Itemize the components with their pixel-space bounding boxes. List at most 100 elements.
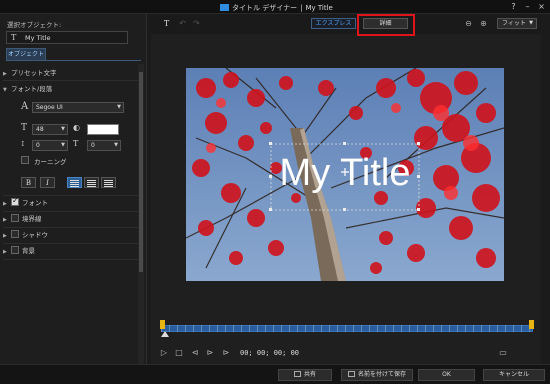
tab-underline bbox=[6, 60, 141, 61]
bold-button[interactable]: B bbox=[21, 177, 36, 188]
help-button[interactable]: ? bbox=[509, 2, 518, 11]
font-size-dropdown[interactable]: 48 ▼ bbox=[32, 124, 68, 135]
chevron-right-icon: ▶ bbox=[3, 217, 7, 223]
bottom-bar: 共有 名前を付けて保存 OK キャンセル bbox=[0, 364, 550, 384]
fast-forward-icon[interactable]: ⊳ bbox=[221, 348, 231, 358]
font-checkbox[interactable] bbox=[11, 196, 19, 206]
align-right-icon bbox=[104, 180, 113, 187]
timecode: 00; 00; 00; 00 bbox=[240, 349, 300, 357]
section-background[interactable]: ▶ 背景 bbox=[3, 245, 140, 257]
section-shadow-label: シャドウ bbox=[22, 231, 48, 239]
timeline-start-marker[interactable] bbox=[160, 320, 165, 329]
editor-toolbar: T ↶ ↷ エクスプレス 詳細 ⊖ ⊕ フィット ▼ bbox=[151, 14, 541, 36]
preview-canvas[interactable]: My Title bbox=[186, 68, 504, 281]
line-spacing-value: 0 bbox=[36, 142, 40, 149]
selected-object-label: 選択オブジェクト: bbox=[7, 21, 62, 29]
divider bbox=[3, 195, 140, 196]
section-border[interactable]: ▶ 境界線 bbox=[3, 213, 140, 225]
fullscreen-icon[interactable]: ▭ bbox=[498, 348, 508, 358]
insert-text-icon[interactable]: T bbox=[161, 18, 172, 29]
express-mode-button[interactable]: エクスプレス bbox=[311, 18, 356, 29]
chevron-down-icon: ▼ bbox=[3, 87, 7, 93]
divider bbox=[3, 259, 140, 260]
line-spacing-stepper[interactable]: 0 ▼ bbox=[32, 140, 68, 151]
document-title: My Title bbox=[305, 4, 333, 12]
prev-frame-icon[interactable]: ⊲ bbox=[190, 348, 200, 358]
playhead[interactable] bbox=[161, 331, 169, 337]
section-border-label: 境界線 bbox=[22, 215, 42, 223]
window-title: タイトル デザイナー | My Title bbox=[220, 3, 333, 13]
align-right-button[interactable] bbox=[101, 177, 116, 188]
stop-icon[interactable]: □ bbox=[174, 348, 184, 358]
undo-icon[interactable]: ↶ bbox=[177, 18, 188, 29]
scrollbar-thumb[interactable] bbox=[139, 72, 143, 272]
italic-button[interactable]: I bbox=[40, 177, 55, 188]
zoom-fit-dropdown[interactable]: フィット ▼ bbox=[497, 18, 537, 29]
section-font-label: フォント bbox=[22, 199, 48, 207]
font-color-swatch[interactable] bbox=[87, 124, 119, 135]
highlight-box bbox=[357, 14, 415, 36]
tab-object[interactable]: オブジェクト bbox=[6, 48, 46, 60]
redo-icon[interactable]: ↷ bbox=[191, 18, 202, 29]
char-spacing-icon: T bbox=[73, 139, 79, 148]
next-frame-icon[interactable]: ⊳ bbox=[205, 348, 215, 358]
minimize-button[interactable]: – bbox=[523, 2, 532, 11]
play-icon[interactable]: ▷ bbox=[159, 348, 169, 358]
align-left-button[interactable] bbox=[67, 177, 82, 188]
font-name-value: Segoe UI bbox=[36, 104, 63, 111]
share-button-label: 共有 bbox=[303, 371, 316, 378]
divider bbox=[3, 243, 140, 244]
chevron-right-icon: ▶ bbox=[3, 233, 7, 239]
char-spacing-stepper[interactable]: 0 ▼ bbox=[87, 140, 121, 151]
align-center-button[interactable] bbox=[84, 177, 99, 188]
align-center-icon bbox=[87, 180, 96, 187]
panel-scrollbar[interactable] bbox=[138, 64, 144, 364]
font-size-value: 48 bbox=[36, 126, 44, 133]
share-button[interactable]: 共有 bbox=[278, 369, 332, 381]
chevron-right-icon: ▶ bbox=[3, 249, 7, 255]
cancel-button[interactable]: キャンセル bbox=[483, 369, 545, 381]
save-as-button[interactable]: 名前を付けて保存 bbox=[341, 369, 413, 381]
playback-controls: ▷ □ ⊲ ⊳ ⊳ 00; 00; 00; 00 ▭ bbox=[151, 347, 541, 361]
background-checkbox[interactable] bbox=[11, 246, 19, 254]
char-spacing-value: 0 bbox=[91, 142, 95, 149]
align-left-icon bbox=[70, 180, 79, 187]
kerning-label: カーニング bbox=[34, 158, 67, 166]
title-separator: | bbox=[300, 4, 303, 12]
zoom-in-icon[interactable]: ⊕ bbox=[478, 18, 489, 29]
section-font-paragraph-label: フォント/段落 bbox=[11, 85, 53, 93]
font-face-icon: A bbox=[21, 101, 29, 112]
caret-down-icon: ▼ bbox=[61, 126, 65, 132]
app-title: タイトル デザイナー bbox=[232, 4, 298, 12]
share-icon bbox=[293, 371, 301, 377]
timeline-ticks bbox=[161, 325, 533, 332]
divider bbox=[3, 227, 140, 228]
section-font-paragraph[interactable]: ▼ フォント/段落 bbox=[3, 83, 140, 95]
save-as-button-label: 名前を付けて保存 bbox=[357, 371, 406, 378]
zoom-out-icon[interactable]: ⊖ bbox=[463, 18, 474, 29]
font-size-icon: T bbox=[21, 123, 28, 133]
timeline[interactable] bbox=[160, 319, 534, 339]
app-logo-icon bbox=[220, 4, 229, 11]
close-button[interactable]: × bbox=[537, 2, 546, 11]
editor-area: T ↶ ↷ エクスプレス 詳細 ⊖ ⊕ フィット ▼ My Title ▷ □ … bbox=[151, 14, 541, 364]
ok-button[interactable]: OK bbox=[418, 369, 475, 381]
section-shadow[interactable]: ▶ シャドウ bbox=[3, 229, 140, 241]
caret-down-icon: ▼ bbox=[114, 142, 118, 148]
section-preset-text[interactable]: ▶ プリセット文字 bbox=[3, 67, 140, 79]
kerning-checkbox[interactable] bbox=[21, 156, 29, 164]
caret-down-icon: ▼ bbox=[117, 104, 121, 110]
text-object-icon: T bbox=[11, 33, 17, 42]
section-background-label: 背景 bbox=[22, 247, 35, 255]
title-bar: タイトル デザイナー | My Title ? – × bbox=[0, 0, 550, 14]
border-checkbox[interactable] bbox=[11, 214, 19, 222]
timeline-end-marker[interactable] bbox=[529, 320, 534, 329]
chevron-right-icon: ▶ bbox=[3, 201, 7, 207]
font-name-dropdown[interactable]: Segoe UI ▼ bbox=[32, 102, 124, 113]
selected-object-field[interactable]: T My Title bbox=[6, 31, 128, 44]
section-font[interactable]: ▶ フォント bbox=[3, 196, 140, 209]
shadow-checkbox[interactable] bbox=[11, 230, 19, 238]
divider bbox=[3, 80, 140, 81]
properties-panel: 選択オブジェクト: T My Title オブジェクト ▶ プリセット文字 ▼ フォ… bbox=[0, 14, 147, 364]
caret-down-icon: ▼ bbox=[529, 20, 533, 26]
